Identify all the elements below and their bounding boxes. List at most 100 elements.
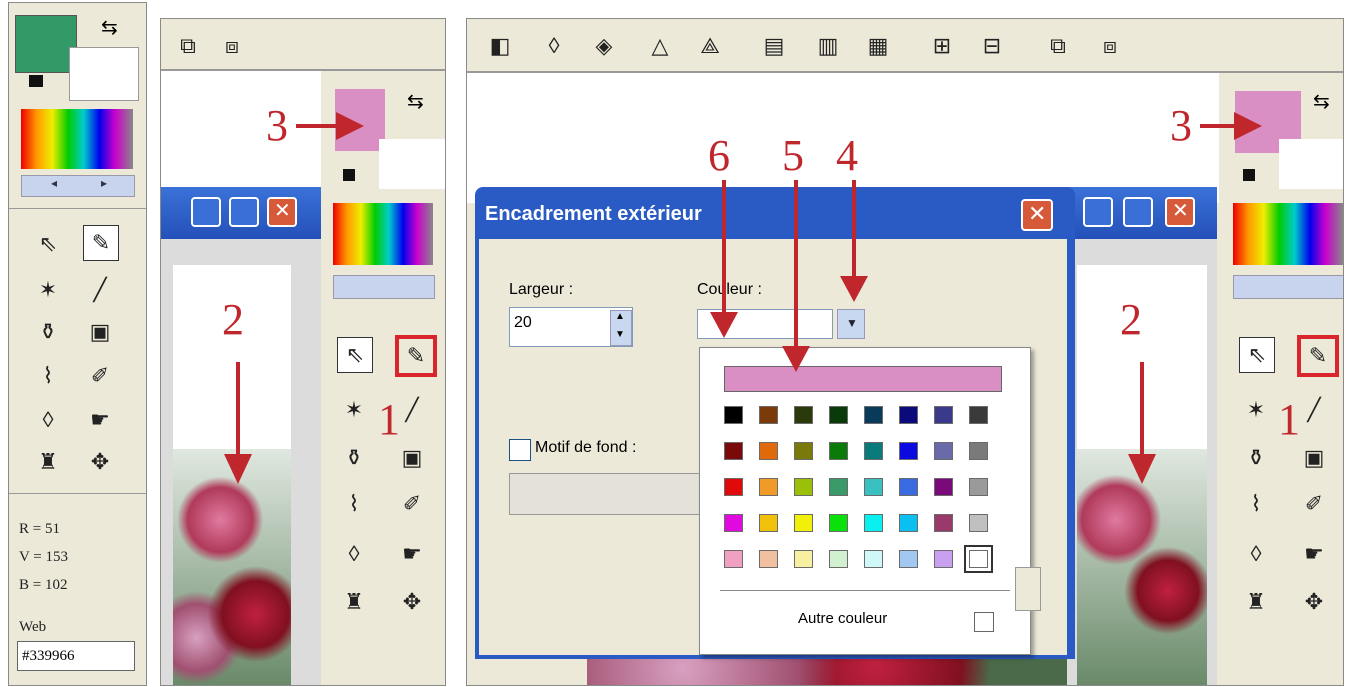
palette-scroll[interactable] (333, 275, 435, 299)
minimize-button[interactable] (1083, 197, 1113, 227)
color-swatch[interactable] (759, 406, 778, 424)
motif-field[interactable] (509, 473, 711, 515)
magic-wand-icon[interactable]: ✶ (31, 273, 65, 307)
pattern-icon[interactable]: ▦ (861, 29, 895, 63)
color-swatch[interactable] (899, 442, 918, 460)
doc-icon[interactable]: ⊟ (975, 29, 1009, 63)
color-swatch[interactable] (934, 514, 953, 532)
select-arrow-icon[interactable]: ⇖ (31, 227, 65, 261)
color-swatch[interactable] (759, 514, 778, 532)
flip-icon[interactable]: ⧈ (215, 29, 249, 63)
web-color-field[interactable]: #339966 (17, 641, 135, 671)
color-swatch[interactable] (864, 550, 883, 568)
minimize-button[interactable] (191, 197, 221, 227)
mirror-icon[interactable]: ⧉ (171, 29, 205, 63)
color-swatch[interactable] (759, 550, 778, 568)
triangle-icon[interactable]: △ (643, 29, 677, 63)
magic-wand-icon[interactable]: ✶ (337, 393, 371, 427)
color-swatch[interactable] (864, 514, 883, 532)
other-color-swatch[interactable] (974, 612, 994, 632)
palette[interactable] (1233, 203, 1343, 265)
brush-icon[interactable]: ⌇ (1239, 487, 1273, 521)
background-color-swatch[interactable] (1279, 139, 1343, 189)
gradient-blue-icon[interactable]: ▥ (811, 29, 845, 63)
smudge-icon[interactable]: ☛ (395, 537, 429, 571)
palette-prev-icon[interactable]: ◂ (51, 176, 57, 190)
brush-plus-icon[interactable]: ✐ (395, 487, 429, 521)
fill-bucket-icon[interactable]: ⚱ (31, 315, 65, 349)
fill-bucket-icon[interactable]: ⚱ (337, 441, 371, 475)
brush-plus-icon[interactable]: ✐ (1297, 487, 1331, 521)
triangle-double-icon[interactable]: ⟁ (693, 29, 727, 63)
swap-colors-icon[interactable]: ⇆ (101, 15, 118, 40)
line-icon[interactable]: ╱ (83, 273, 117, 307)
fill-bucket-icon[interactable]: ⚱ (1239, 441, 1273, 475)
stamp-icon[interactable]: ♜ (337, 585, 371, 619)
color-swatch[interactable] (794, 514, 813, 532)
close-button[interactable]: ✕ (1165, 197, 1195, 227)
swap-colors-icon[interactable]: ⇆ (1313, 89, 1330, 114)
color-swatch[interactable] (964, 545, 993, 573)
color-swatch[interactable] (969, 514, 988, 532)
color-swatch[interactable] (759, 478, 778, 496)
color-swatch[interactable] (794, 478, 813, 496)
maximize-button[interactable] (1123, 197, 1153, 227)
other-color-link[interactable]: Autre couleur (798, 610, 887, 627)
color-swatch[interactable] (829, 406, 848, 424)
color-swatch[interactable] (829, 478, 848, 496)
select-arrow-icon[interactable]: ⇖ (1239, 337, 1275, 373)
color-swatch[interactable] (759, 442, 778, 460)
motif-checkbox[interactable] (509, 439, 531, 461)
mini-palette[interactable] (21, 109, 133, 169)
color-swatch[interactable] (864, 442, 883, 460)
color-swatch[interactable] (864, 406, 883, 424)
brush-icon[interactable]: ⌇ (31, 359, 65, 393)
select-arrow-icon[interactable]: ⇖ (337, 337, 373, 373)
stamp-icon[interactable]: ♜ (31, 445, 65, 479)
move-icon[interactable]: ✥ (83, 445, 117, 479)
color-swatch[interactable] (899, 514, 918, 532)
color-swatch[interactable] (899, 550, 918, 568)
drop-icon[interactable]: ◊ (1239, 537, 1273, 571)
color-swatch[interactable] (899, 406, 918, 424)
spray-icon[interactable]: ▣ (1297, 441, 1331, 475)
brush-icon[interactable]: ⌇ (337, 487, 371, 521)
color-swatch[interactable] (934, 478, 953, 496)
color-swatch[interactable] (829, 442, 848, 460)
book-icon[interactable]: ⊞ (925, 29, 959, 63)
maximize-button[interactable] (229, 197, 259, 227)
swap-colors-icon[interactable]: ⇆ (407, 89, 424, 114)
color-swatch[interactable] (794, 406, 813, 424)
color-swatch[interactable] (969, 442, 988, 460)
eyedropper-icon[interactable]: ✎ (1297, 335, 1339, 377)
palette-scroll[interactable] (1233, 275, 1343, 299)
color-swatch[interactable] (969, 478, 988, 496)
color-swatch[interactable] (794, 442, 813, 460)
color-swatch[interactable] (724, 514, 743, 532)
reset-colors-icon[interactable] (29, 75, 43, 87)
spray-icon[interactable]: ▣ (395, 441, 429, 475)
background-color-swatch[interactable] (379, 139, 445, 189)
dialog-side-button[interactable] (1015, 567, 1041, 611)
smudge-icon[interactable]: ☛ (83, 403, 117, 437)
spray-icon[interactable]: ▣ (83, 315, 117, 349)
brush-plus-icon[interactable]: ✐ (83, 359, 117, 393)
color-swatch[interactable] (934, 442, 953, 460)
drop-icon[interactable]: ◊ (337, 537, 371, 571)
foreground-color-swatch[interactable] (15, 15, 77, 73)
magic-wand-icon[interactable]: ✶ (1239, 393, 1273, 427)
background-color-swatch[interactable] (69, 47, 139, 101)
drop-double-icon[interactable]: ◈ (587, 29, 621, 63)
flip-icon[interactable]: ⧈ (1093, 29, 1127, 63)
color-swatch[interactable] (934, 406, 953, 424)
palette[interactable] (333, 203, 433, 265)
smudge-icon[interactable]: ☛ (1297, 537, 1331, 571)
drop-icon[interactable]: ◊ (537, 29, 571, 63)
palette-scroll[interactable] (21, 175, 135, 197)
color-swatch[interactable] (724, 406, 743, 424)
color-swatch[interactable] (724, 442, 743, 460)
dialog-close-button[interactable]: ✕ (1021, 199, 1053, 231)
color-swatch[interactable] (794, 550, 813, 568)
color-dropdown-button[interactable]: ▼ (837, 309, 865, 339)
color-swatch[interactable] (934, 550, 953, 568)
